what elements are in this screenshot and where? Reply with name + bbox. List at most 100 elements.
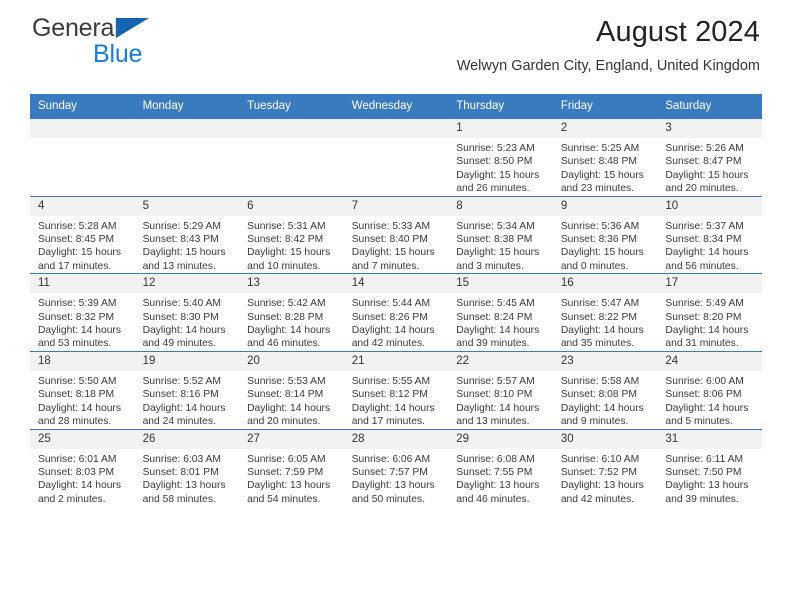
calendar-day-cell[interactable]: 13 Sunrise: 5:42 AM Sunset: 8:28 PM Dayligh… — [239, 273, 344, 352]
calendar-day-cell[interactable]: 28 Sunrise: 6:06 AM Sunset: 7:57 PM Dayligh… — [343, 428, 449, 507]
day-cell-inner — [239, 119, 344, 196]
day-daylight-text: Daylight: 14 hours — [247, 402, 331, 414]
day-daylight-text: and 3 minutes. — [456, 260, 524, 272]
day-sunrise-text: Sunrise: 5:40 AM — [142, 298, 221, 310]
day-sunrise-text: Sunrise: 5:29 AM — [142, 220, 221, 232]
day-details: Sunrise: 5:44 AM Sunset: 8:26 PM Daylight:… — [344, 293, 449, 351]
day-details: Sunrise: 5:49 AM Sunset: 8:20 PM Daylight:… — [657, 293, 762, 351]
day-daylight-text: Daylight: 14 hours — [38, 402, 121, 414]
day-daylight-text: Daylight: 13 hours — [142, 480, 226, 492]
day-daylight-text: Daylight: 14 hours — [456, 325, 540, 337]
day-number: 26 — [134, 429, 240, 449]
day-number: 27 — [239, 429, 344, 449]
day-cell-inner: 21 Sunrise: 5:55 AM Sunset: 8:12 PM Dayligh… — [343, 351, 449, 429]
day-sunset-text: Sunset: 7:50 PM — [665, 466, 742, 478]
calendar-day-cell[interactable]: 7 Sunrise: 5:33 AM Sunset: 8:40 PM Daylight… — [343, 195, 449, 274]
day-details: Sunrise: 5:57 AM Sunset: 8:10 PM Daylight:… — [448, 371, 553, 429]
calendar-day-cell[interactable]: 16 Sunrise: 5:47 AM Sunset: 8:22 PM Dayligh… — [552, 273, 658, 352]
calendar-body: 1 Sunrise: 5:23 AM Sunset: 8:50 PM Daylight… — [30, 118, 762, 507]
calendar-day-cell[interactable]: 23 Sunrise: 5:58 AM Sunset: 8:08 PM Dayligh… — [552, 350, 658, 429]
day-details: Sunrise: 5:55 AM Sunset: 8:12 PM Daylight:… — [344, 371, 449, 429]
day-daylight-text: Daylight: 15 hours — [142, 247, 226, 259]
day-sunrise-text: Sunrise: 5:57 AM — [456, 375, 535, 387]
calendar-day-cell[interactable]: 4 Sunrise: 5:28 AM Sunset: 8:45 PM Daylight… — [30, 195, 135, 274]
calendar-day-cell[interactable]: 25 Sunrise: 6:01 AM Sunset: 8:03 PM Dayligh… — [30, 428, 135, 507]
calendar-day-cell[interactable]: 15 Sunrise: 5:45 AM Sunset: 8:24 PM Dayligh… — [448, 273, 553, 352]
calendar-day-cell[interactable]: 10 Sunrise: 5:37 AM Sunset: 8:34 PM Dayligh… — [657, 195, 762, 274]
calendar-day-cell[interactable]: 20 Sunrise: 5:53 AM Sunset: 8:14 PM Dayligh… — [239, 350, 344, 429]
day-daylight-text: and 7 minutes. — [351, 260, 420, 272]
day-sunrise-text: Sunrise: 5:53 AM — [247, 375, 326, 387]
calendar-day-cell[interactable]: 22 Sunrise: 5:57 AM Sunset: 8:10 PM Dayligh… — [448, 350, 553, 429]
calendar-day-cell[interactable]: 24 Sunrise: 6:00 AM Sunset: 8:06 PM Dayligh… — [657, 350, 762, 429]
weekday-header-wednesday: Wednesday — [343, 94, 449, 119]
day-sunset-text: Sunset: 8:47 PM — [665, 156, 742, 168]
day-number: 16 — [552, 274, 658, 294]
day-details: Sunrise: 5:42 AM Sunset: 8:28 PM Daylight:… — [239, 293, 344, 351]
calendar-day-cell[interactable]: 19 Sunrise: 5:52 AM Sunset: 8:16 PM Dayligh… — [134, 350, 240, 429]
day-details: Sunrise: 5:29 AM Sunset: 8:43 PM Daylight:… — [135, 216, 240, 274]
calendar-day-cell-empty — [30, 118, 135, 197]
day-details: Sunrise: 5:33 AM Sunset: 8:40 PM Daylight:… — [344, 216, 449, 274]
day-details: Sunrise: 5:36 AM Sunset: 8:36 PM Daylight:… — [553, 216, 658, 274]
calendar-day-cell-empty — [239, 118, 344, 197]
day-sunset-text: Sunset: 8:40 PM — [351, 234, 428, 246]
day-daylight-text: and 28 minutes. — [38, 416, 112, 428]
calendar-day-cell[interactable]: 21 Sunrise: 5:55 AM Sunset: 8:12 PM Dayligh… — [343, 350, 449, 429]
day-details: Sunrise: 5:28 AM Sunset: 8:45 PM Daylight:… — [30, 216, 135, 274]
calendar-day-cell[interactable]: 27 Sunrise: 6:05 AM Sunset: 7:59 PM Dayligh… — [239, 428, 344, 507]
weekday-header-tuesday: Tuesday — [239, 94, 344, 119]
day-daylight-text: Daylight: 14 hours — [665, 402, 749, 414]
calendar-day-cell[interactable]: 2 Sunrise: 5:25 AM Sunset: 8:48 PM Daylight… — [552, 118, 658, 197]
calendar-day-cell[interactable]: 17 Sunrise: 5:49 AM Sunset: 8:20 PM Dayligh… — [657, 273, 762, 352]
day-sunset-text: Sunset: 8:50 PM — [456, 156, 533, 168]
calendar-day-cell[interactable]: 11 Sunrise: 5:39 AM Sunset: 8:32 PM Dayligh… — [30, 273, 135, 352]
day-cell-inner: 28 Sunrise: 6:06 AM Sunset: 7:57 PM Dayligh… — [343, 429, 449, 507]
calendar-day-cell[interactable]: 26 Sunrise: 6:03 AM Sunset: 8:01 PM Dayligh… — [134, 428, 240, 507]
calendar-day-cell[interactable]: 12 Sunrise: 5:40 AM Sunset: 8:30 PM Dayligh… — [134, 273, 240, 352]
day-number: 5 — [134, 196, 240, 216]
calendar-week-row: 1 Sunrise: 5:23 AM Sunset: 8:50 PM Daylight… — [30, 118, 762, 197]
calendar-day-cell[interactable]: 30 Sunrise: 6:10 AM Sunset: 7:52 PM Dayligh… — [552, 428, 658, 507]
calendar-day-cell[interactable]: 6 Sunrise: 5:31 AM Sunset: 8:42 PM Daylight… — [239, 195, 344, 274]
calendar-day-cell[interactable]: 3 Sunrise: 5:26 AM Sunset: 8:47 PM Daylight… — [657, 118, 762, 197]
weekday-header-friday: Friday — [552, 94, 658, 119]
day-cell-inner: 15 Sunrise: 5:45 AM Sunset: 8:24 PM Dayligh… — [448, 274, 553, 351]
day-sunset-text: Sunset: 7:59 PM — [247, 466, 324, 478]
calendar-day-cell[interactable]: 29 Sunrise: 6:08 AM Sunset: 7:55 PM Dayligh… — [448, 428, 553, 507]
day-sunset-text: Sunset: 8:30 PM — [142, 311, 219, 323]
day-daylight-text: Daylight: 15 hours — [456, 169, 540, 181]
day-daylight-text: and 42 minutes. — [351, 338, 425, 350]
day-daylight-text: and 31 minutes. — [665, 338, 739, 350]
day-number: 24 — [657, 351, 762, 371]
day-cell-inner: 16 Sunrise: 5:47 AM Sunset: 8:22 PM Dayligh… — [552, 274, 658, 351]
day-number: 15 — [448, 274, 553, 294]
calendar-day-cell[interactable]: 14 Sunrise: 5:44 AM Sunset: 8:26 PM Dayligh… — [343, 273, 449, 352]
calendar-day-cell[interactable]: 1 Sunrise: 5:23 AM Sunset: 8:50 PM Daylight… — [448, 118, 553, 197]
calendar-day-cell[interactable]: 5 Sunrise: 5:29 AM Sunset: 8:43 PM Daylight… — [134, 195, 240, 274]
day-daylight-text: Daylight: 14 hours — [665, 325, 749, 337]
day-sunset-text: Sunset: 8:08 PM — [560, 389, 637, 401]
day-sunrise-text: Sunrise: 5:34 AM — [456, 220, 535, 232]
calendar-day-cell[interactable]: 31 Sunrise: 6:11 AM Sunset: 7:50 PM Dayligh… — [657, 428, 762, 507]
day-sunset-text: Sunset: 7:57 PM — [351, 466, 428, 478]
calendar-day-cell[interactable]: 8 Sunrise: 5:34 AM Sunset: 8:38 PM Daylight… — [448, 195, 553, 274]
day-cell-inner: 29 Sunrise: 6:08 AM Sunset: 7:55 PM Dayligh… — [448, 429, 553, 507]
day-sunrise-text: Sunrise: 5:58 AM — [560, 375, 640, 387]
day-sunrise-text: Sunrise: 5:26 AM — [665, 143, 744, 154]
day-sunset-text: Sunset: 8:28 PM — [247, 311, 324, 323]
calendar-day-cell-empty — [343, 118, 449, 197]
day-number: 6 — [239, 196, 344, 216]
day-daylight-text: Daylight: 15 hours — [38, 247, 121, 259]
day-daylight-text: and 46 minutes. — [247, 338, 321, 350]
day-number — [343, 119, 449, 138]
day-number — [30, 119, 135, 138]
day-details: Sunrise: 6:03 AM Sunset: 8:01 PM Daylight:… — [135, 449, 240, 507]
day-cell-inner: 18 Sunrise: 5:50 AM Sunset: 8:18 PM Dayligh… — [30, 351, 135, 429]
weekday-header-thursday: Thursday — [448, 94, 553, 119]
day-cell-inner: 5 Sunrise: 5:29 AM Sunset: 8:43 PM Daylight… — [134, 196, 240, 274]
calendar-week-row: 11 Sunrise: 5:39 AM Sunset: 8:32 PM Dayligh… — [30, 273, 762, 352]
calendar-day-cell[interactable]: 18 Sunrise: 5:50 AM Sunset: 8:18 PM Dayligh… — [30, 350, 135, 429]
calendar-day-cell[interactable]: 9 Sunrise: 5:36 AM Sunset: 8:36 PM Daylight… — [552, 195, 658, 274]
day-sunrise-text: Sunrise: 6:00 AM — [665, 375, 744, 387]
